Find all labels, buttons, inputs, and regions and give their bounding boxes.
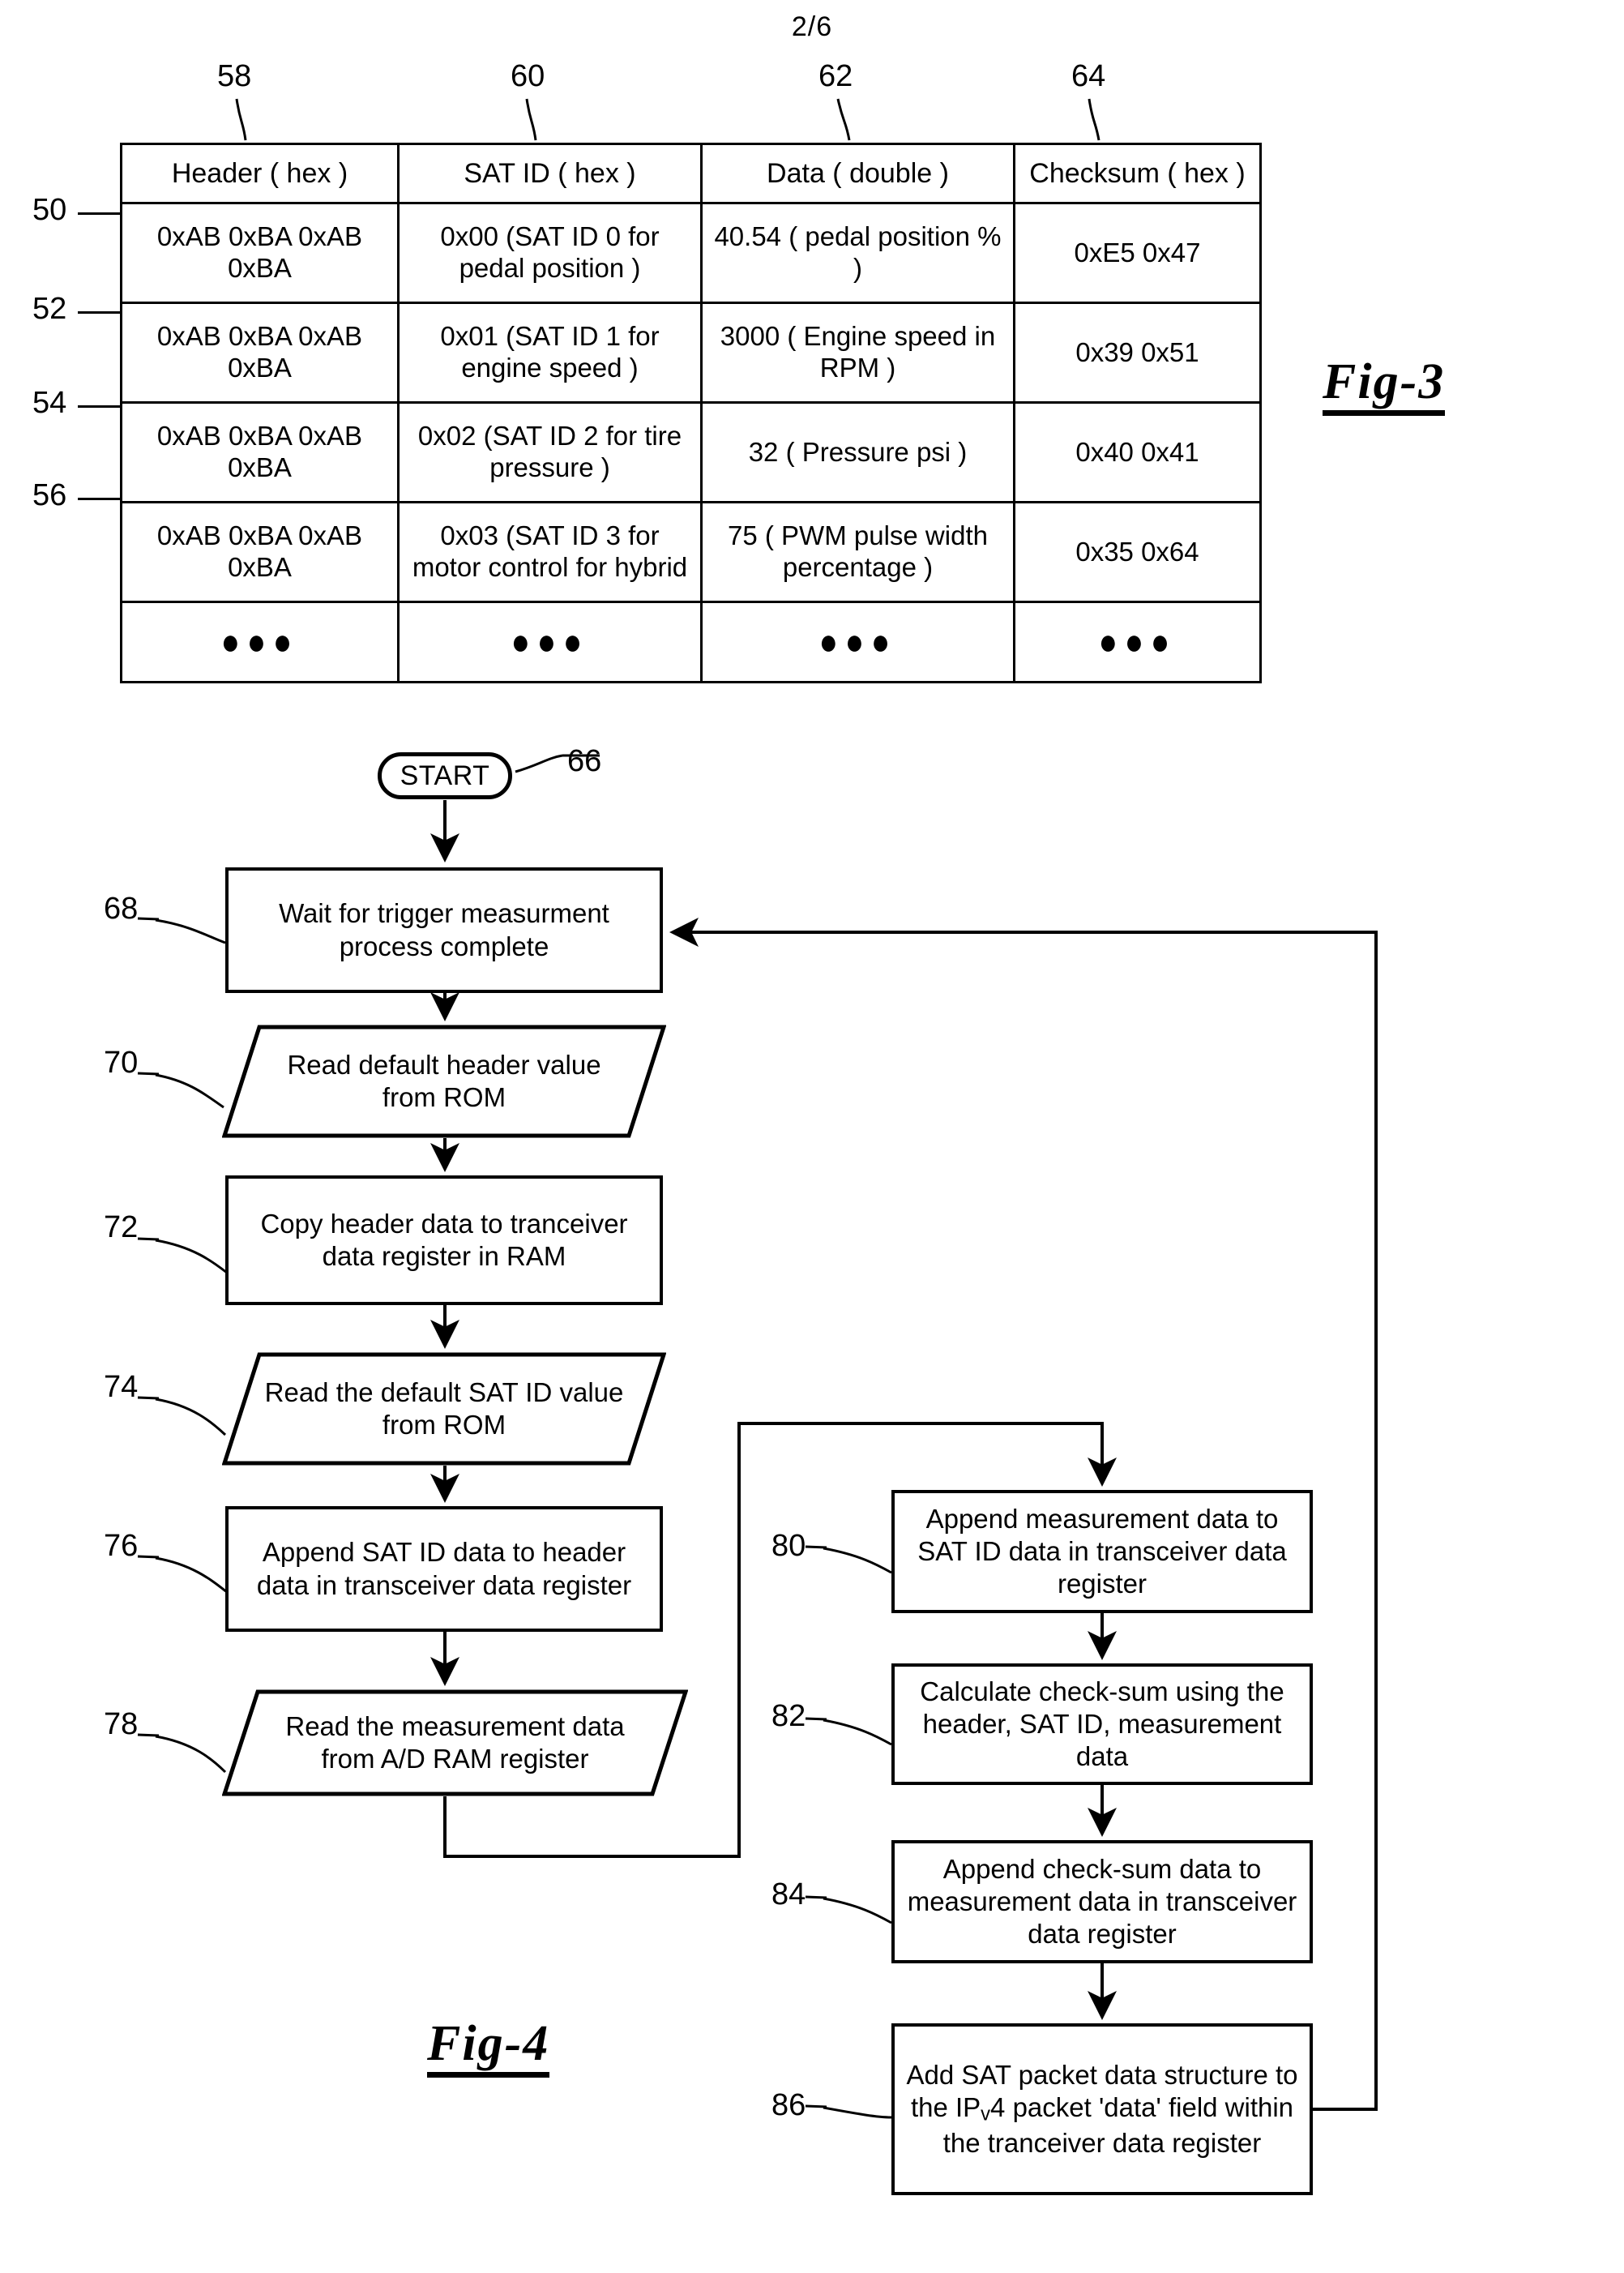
callout-70: 70 xyxy=(104,1046,139,1080)
callout-76: 76 xyxy=(104,1529,139,1563)
leader-line-52 xyxy=(78,311,120,314)
callout-56: 56 xyxy=(32,478,67,512)
callout-54: 54 xyxy=(32,386,67,420)
flow-node-78-read-measurement-data: Read the measurement data from A/D RAM r… xyxy=(222,1689,688,1796)
callout-80: 80 xyxy=(771,1529,806,1563)
cell-data: 40.54 ( pedal position % ) xyxy=(700,202,1015,304)
sat-packet-table: Header ( hex ) SAT ID ( hex ) Data ( dou… xyxy=(120,143,1262,683)
leader-line-50 xyxy=(78,212,120,215)
cell-data: 3000 ( Engine speed in RPM ) xyxy=(700,302,1015,404)
flow-node-start: START xyxy=(378,752,512,799)
column-header-checksum: Checksum ( hex ) xyxy=(1013,143,1262,204)
flow-node-82-calculate-checksum: Calculate check-sum using the header, SA… xyxy=(891,1663,1313,1785)
sheet-number: 2/6 xyxy=(791,11,833,42)
cell-checksum: 0x40 0x41 xyxy=(1013,401,1262,503)
flow-node-68-wait-for-trigger: Wait for trigger measurment process comp… xyxy=(225,867,663,993)
callout-66: 66 xyxy=(567,744,602,778)
flow-node-84-append-checksum-data: Append check-sum data to measurement dat… xyxy=(891,1840,1313,1963)
callout-52: 52 xyxy=(32,292,67,326)
callout-78: 78 xyxy=(104,1707,139,1741)
flow-node-74-label: Read the default SAT ID value from ROM xyxy=(264,1376,624,1440)
cell-checksum: 0x39 0x51 xyxy=(1013,302,1262,404)
table-row: 0xAB 0xBA 0xAB 0xBA 0x00 (SAT ID 0 for p… xyxy=(120,202,1262,304)
flow-node-76-append-sat-id-data: Append SAT ID data to header data in tra… xyxy=(225,1506,663,1632)
flow-node-start-label: START xyxy=(400,760,490,791)
table-row: 0xAB 0xBA 0xAB 0xBA 0x01 (SAT ID 1 for e… xyxy=(120,302,1262,404)
column-header-sat-id: SAT ID ( hex ) xyxy=(397,143,703,204)
cell-ellipsis: ●●● xyxy=(700,601,1015,683)
cell-data: 32 ( Pressure psi ) xyxy=(700,401,1015,503)
flow-node-82-label: Calculate check-sum using the header, SA… xyxy=(920,1676,1284,1772)
callout-58: 58 xyxy=(217,59,252,93)
cell-checksum: 0xE5 0x47 xyxy=(1013,202,1262,304)
flow-node-80-label: Append measurement data to SAT ID data i… xyxy=(917,1503,1287,1599)
flow-node-86-label-subscript: v xyxy=(981,2103,991,2125)
callout-60: 60 xyxy=(511,59,545,93)
cell-header: 0xAB 0xBA 0xAB 0xBA xyxy=(120,202,400,304)
cell-sat-id: 0x01 (SAT ID 1 for engine speed ) xyxy=(397,302,703,404)
flow-node-72-copy-header-data: Copy header data to tranceiver data regi… xyxy=(225,1175,663,1305)
callout-64: 64 xyxy=(1071,59,1106,93)
figure-caption-fig4: Fig-4 xyxy=(427,2018,550,2078)
cell-ellipsis: ●●● xyxy=(1013,601,1262,683)
leader-line-54 xyxy=(78,405,120,408)
cell-sat-id: 0x02 (SAT ID 2 for tire pressure ) xyxy=(397,401,703,503)
flow-node-70-label: Read default header value from ROM xyxy=(287,1049,601,1112)
flow-node-68-label: Wait for trigger measurment process comp… xyxy=(279,898,609,961)
callout-84: 84 xyxy=(771,1877,806,1911)
flow-node-86-label: Add SAT packet data structure to the IPv… xyxy=(903,2059,1301,2160)
cell-sat-id: 0x00 (SAT ID 0 for pedal position ) xyxy=(397,202,703,304)
cell-ellipsis: ●●● xyxy=(397,601,703,683)
table-row: 0xAB 0xBA 0xAB 0xBA 0x02 (SAT ID 2 for t… xyxy=(120,401,1262,503)
flow-node-80-append-measurement-data: Append measurement data to SAT ID data i… xyxy=(891,1490,1313,1613)
callout-82: 82 xyxy=(771,1699,806,1733)
flow-node-78-label: Read the measurement data from A/D RAM r… xyxy=(285,1710,625,1774)
table-row: 0xAB 0xBA 0xAB 0xBA 0x03 (SAT ID 3 for m… xyxy=(120,501,1262,603)
flow-node-70-read-default-header: Read default header value from ROM xyxy=(222,1025,666,1138)
column-header-data: Data ( double ) xyxy=(700,143,1015,204)
cell-sat-id: 0x03 (SAT ID 3 for motor control for hyb… xyxy=(397,501,703,603)
callout-86: 86 xyxy=(771,2088,806,2122)
table-header-row: Header ( hex ) SAT ID ( hex ) Data ( dou… xyxy=(120,143,1262,204)
cell-ellipsis: ●●● xyxy=(120,601,400,683)
callout-50: 50 xyxy=(32,193,67,227)
table-row-ellipsis: ●●● ●●● ●●● ●●● xyxy=(120,601,1262,683)
callout-62: 62 xyxy=(818,59,853,93)
cell-header: 0xAB 0xBA 0xAB 0xBA xyxy=(120,401,400,503)
cell-checksum: 0x35 0x64 xyxy=(1013,501,1262,603)
callout-72: 72 xyxy=(104,1210,139,1244)
flow-node-86-add-sat-packet-to-ipv4: Add SAT packet data structure to the IPv… xyxy=(891,2023,1313,2195)
figure-caption-fig3: Fig-3 xyxy=(1323,357,1446,416)
callout-74: 74 xyxy=(104,1370,139,1404)
flow-node-86-label-post: 4 packet 'data' field within the trancei… xyxy=(942,2092,1294,2158)
flow-node-74-read-default-sat-id: Read the default SAT ID value from ROM xyxy=(222,1352,666,1466)
leader-line-56 xyxy=(78,498,120,500)
cell-data: 75 ( PWM pulse width percentage ) xyxy=(700,501,1015,603)
flow-node-84-label: Append check-sum data to measurement dat… xyxy=(907,1853,1297,1950)
callout-68: 68 xyxy=(104,892,139,926)
cell-header: 0xAB 0xBA 0xAB 0xBA xyxy=(120,302,400,404)
flow-node-72-label: Copy header data to tranceiver data regi… xyxy=(260,1208,628,1271)
cell-header: 0xAB 0xBA 0xAB 0xBA xyxy=(120,501,400,603)
flow-node-76-label: Append SAT ID data to header data in tra… xyxy=(256,1537,632,1600)
column-header-header: Header ( hex ) xyxy=(120,143,400,204)
